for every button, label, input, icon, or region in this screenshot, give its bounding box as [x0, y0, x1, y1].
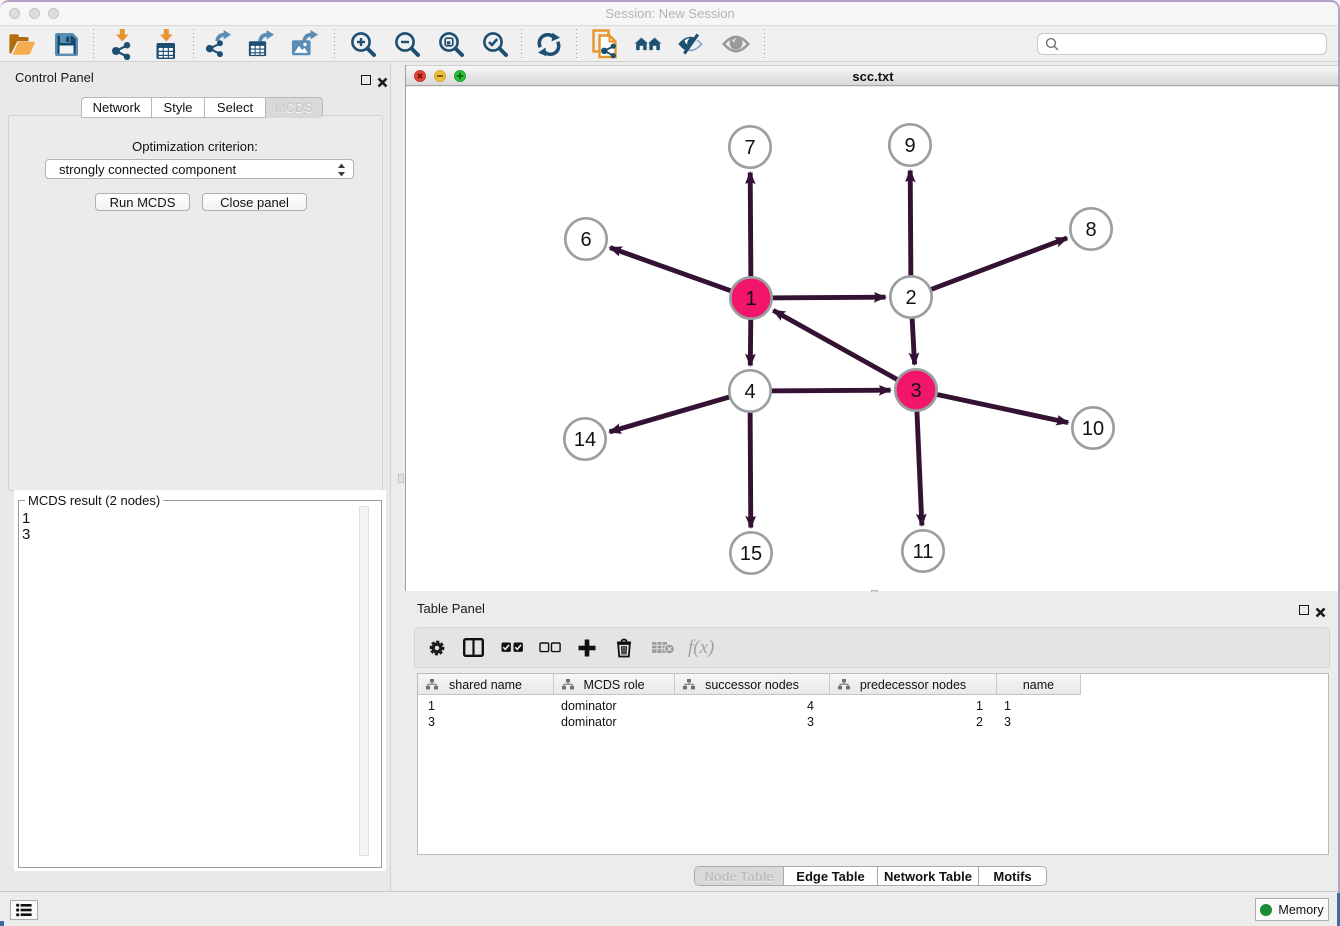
svg-text:7: 7	[744, 137, 755, 159]
svg-text:10: 10	[1082, 418, 1104, 440]
svg-text:6: 6	[580, 229, 591, 251]
svg-text:4: 4	[744, 381, 755, 403]
svg-text:9: 9	[904, 135, 915, 157]
svg-text:15: 15	[740, 543, 762, 565]
svg-text:3: 3	[910, 380, 921, 402]
svg-text:11: 11	[913, 541, 934, 563]
svg-text:14: 14	[574, 429, 596, 451]
svg-text:2: 2	[905, 287, 916, 309]
svg-text:8: 8	[1085, 219, 1096, 241]
svg-text:1: 1	[745, 288, 756, 310]
